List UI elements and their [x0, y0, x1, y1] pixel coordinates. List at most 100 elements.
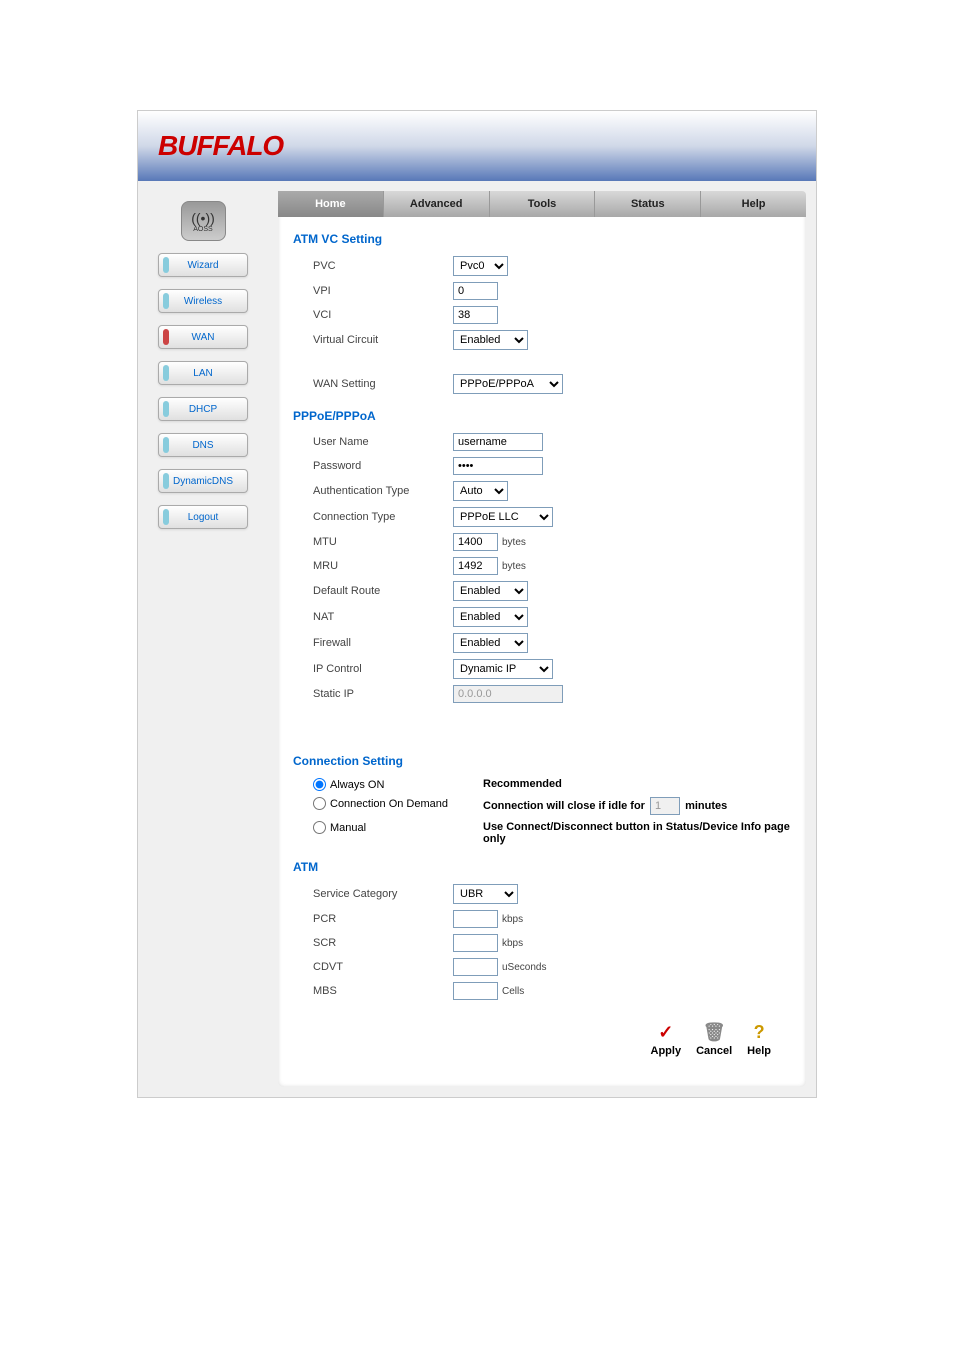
- row-ip-control: IP Control Dynamic IP: [293, 659, 791, 679]
- buffalo-logo: BUFFALO: [158, 130, 283, 162]
- select-wan-setting[interactable]: PPPoE/PPPoA: [453, 374, 563, 394]
- row-static-ip: Static IP: [293, 685, 791, 703]
- unit-mru: bytes: [502, 561, 526, 572]
- sidebar-item-dns[interactable]: DNS: [158, 433, 248, 457]
- input-scr[interactable]: [453, 934, 498, 952]
- select-ip-control[interactable]: Dynamic IP: [453, 659, 553, 679]
- input-mbs[interactable]: [453, 982, 498, 1000]
- label-cdvt: CDVT: [313, 961, 453, 973]
- row-firewall: Firewall Enabled: [293, 633, 791, 653]
- section-conn: Connection Setting: [293, 754, 791, 768]
- question-icon: ?: [748, 1021, 770, 1043]
- label-scr: SCR: [313, 937, 453, 949]
- label-nat: NAT: [313, 611, 453, 623]
- radio-always-on[interactable]: [313, 778, 326, 791]
- input-vpi[interactable]: [453, 282, 498, 300]
- label-conn-type: Connection Type: [313, 511, 453, 523]
- label-mru: MRU: [313, 560, 453, 572]
- label-username: User Name: [313, 436, 453, 448]
- label-auth-type: Authentication Type: [313, 485, 453, 497]
- input-cdvt[interactable]: [453, 958, 498, 976]
- checkmark-icon: ✓: [655, 1021, 677, 1043]
- input-pcr[interactable]: [453, 910, 498, 928]
- select-pvc[interactable]: Pvc0: [453, 256, 508, 276]
- row-vpi: VPI: [293, 282, 791, 300]
- section-atm-vc: ATM VC Setting: [293, 232, 791, 246]
- input-vci[interactable]: [453, 306, 498, 324]
- select-conn-type[interactable]: PPPoE LLC: [453, 507, 553, 527]
- radio-manual[interactable]: [313, 821, 326, 834]
- aoss-button[interactable]: ((•)) AOSS: [181, 201, 226, 241]
- sidebar-item-wan[interactable]: WAN: [158, 325, 248, 349]
- label-default-route: Default Route: [313, 585, 453, 597]
- label-vci: VCI: [313, 309, 453, 321]
- label-vpi: VPI: [313, 285, 453, 297]
- label-ip-control: IP Control: [313, 663, 453, 675]
- input-mru[interactable]: [453, 557, 498, 575]
- radio-on-demand[interactable]: [313, 797, 326, 810]
- select-default-route[interactable]: Enabled: [453, 581, 528, 601]
- input-password[interactable]: [453, 457, 543, 475]
- label-mbs: MBS: [313, 985, 453, 997]
- select-virtual-circuit[interactable]: Enabled: [453, 330, 528, 350]
- label-pcr: PCR: [313, 913, 453, 925]
- select-nat[interactable]: Enabled: [453, 607, 528, 627]
- sidebar-item-dhcp[interactable]: DHCP: [158, 397, 248, 421]
- sidebar-item-logout[interactable]: Logout: [158, 505, 248, 529]
- cancel-button[interactable]: 🗑 Cancel: [696, 1021, 732, 1057]
- select-auth-type[interactable]: Auto: [453, 481, 508, 501]
- row-vci: VCI: [293, 306, 791, 324]
- row-mru: MRU bytes: [293, 557, 791, 575]
- select-firewall[interactable]: Enabled: [453, 633, 528, 653]
- row-wan-setting: WAN Setting PPPoE/PPPoA: [293, 374, 791, 394]
- label-on-demand: Connection On Demand: [330, 798, 448, 810]
- unit-mtu: bytes: [502, 537, 526, 548]
- input-username[interactable]: [453, 433, 543, 451]
- header-banner: BUFFALO: [138, 111, 816, 181]
- label-wan-setting: WAN Setting: [313, 378, 453, 390]
- unit-mbs: Cells: [502, 986, 524, 997]
- sidebar-item-dynamicdns[interactable]: DynamicDNS: [158, 469, 248, 493]
- help-button[interactable]: ? Help: [747, 1021, 771, 1057]
- sidebar: ((•)) AOSS Wizard Wireless WAN LAN DHCP …: [138, 181, 268, 1097]
- content-panel: Home Advanced Tools Status Help ATM VC S…: [278, 191, 806, 1087]
- label-static-ip: Static IP: [313, 688, 453, 700]
- label-password: Password: [313, 460, 453, 472]
- unit-scr: kbps: [502, 938, 523, 949]
- row-manual: Manual Use Connect/Disconnect button in …: [293, 821, 791, 845]
- row-username: User Name: [293, 433, 791, 451]
- input-mtu[interactable]: [453, 533, 498, 551]
- row-nat: NAT Enabled: [293, 607, 791, 627]
- nav-tools[interactable]: Tools: [490, 191, 596, 217]
- section-pppoe: PPPoE/PPPoA: [293, 409, 791, 423]
- idle-text-2: minutes: [685, 800, 727, 812]
- row-conn-type: Connection Type PPPoE LLC: [293, 507, 791, 527]
- row-pvc: PVC Pvc0: [293, 256, 791, 276]
- label-manual: Manual: [330, 822, 366, 834]
- nav-home[interactable]: Home: [278, 191, 384, 217]
- nav-status[interactable]: Status: [595, 191, 701, 217]
- aoss-label: AOSS: [193, 226, 212, 233]
- sidebar-item-wireless[interactable]: Wireless: [158, 289, 248, 313]
- row-pcr: PCR kbps: [293, 910, 791, 928]
- row-service-cat: Service Category UBR: [293, 884, 791, 904]
- label-mtu: MTU: [313, 536, 453, 548]
- sidebar-item-lan[interactable]: LAN: [158, 361, 248, 385]
- input-static-ip: [453, 685, 563, 703]
- nav-help[interactable]: Help: [701, 191, 806, 217]
- trash-icon: 🗑: [703, 1021, 725, 1043]
- section-atm: ATM: [293, 860, 791, 874]
- unit-pcr: kbps: [502, 914, 523, 925]
- row-scr: SCR kbps: [293, 934, 791, 952]
- row-default-route: Default Route Enabled: [293, 581, 791, 601]
- label-virtual-circuit: Virtual Circuit: [313, 334, 453, 346]
- note-manual: Use Connect/Disconnect button in Status/…: [483, 821, 791, 845]
- row-cdvt: CDVT uSeconds: [293, 958, 791, 976]
- row-virtual-circuit: Virtual Circuit Enabled: [293, 330, 791, 350]
- select-service-cat[interactable]: UBR: [453, 884, 518, 904]
- note-recommended: Recommended: [483, 778, 791, 790]
- row-on-demand: Connection On Demand Connection will clo…: [293, 797, 791, 815]
- sidebar-item-wizard[interactable]: Wizard: [158, 253, 248, 277]
- apply-button[interactable]: ✓ Apply: [651, 1021, 682, 1057]
- nav-advanced[interactable]: Advanced: [384, 191, 490, 217]
